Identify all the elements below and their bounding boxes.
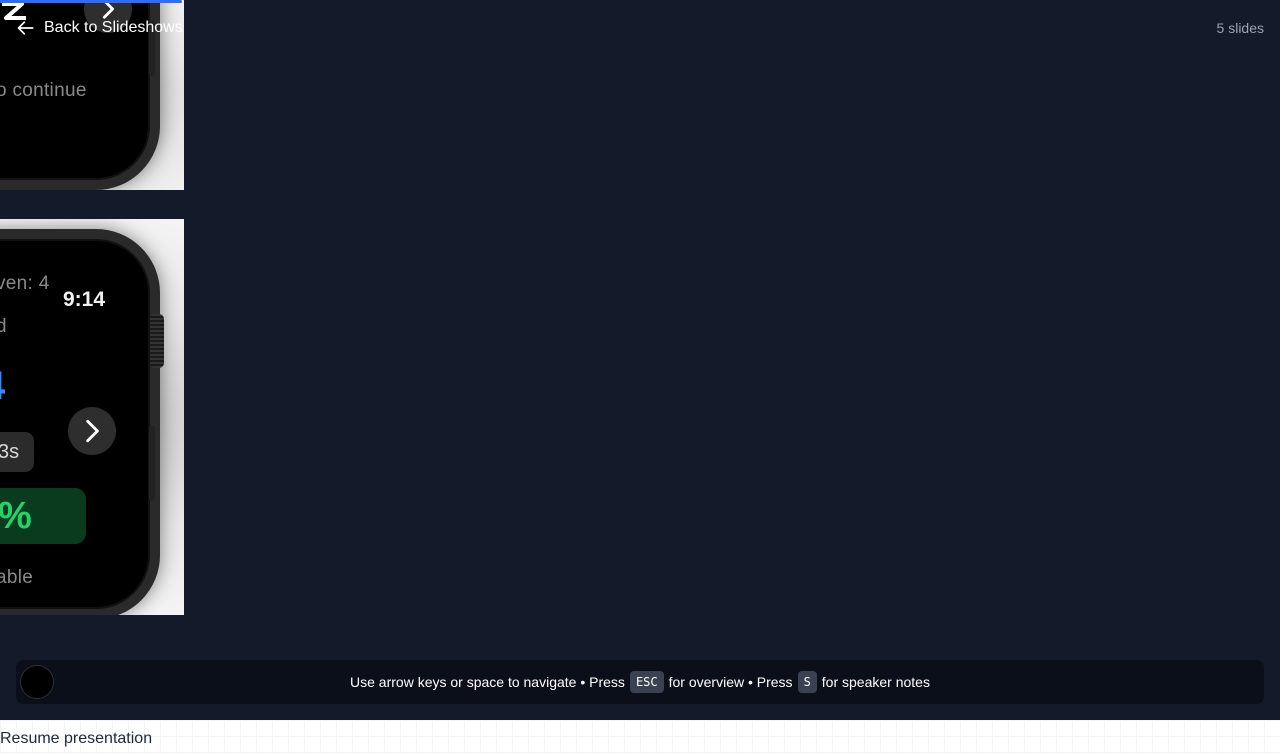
watch-crown <box>150 314 164 368</box>
help-text-2: for overview • Press <box>668 674 793 690</box>
watch-pill: 3s <box>0 432 34 472</box>
help-text-1: Use arrow keys or space to navigate • Pr… <box>350 674 625 690</box>
resume-presentation-button[interactable]: Resume presentation <box>0 730 152 748</box>
slide-progress-bar <box>0 0 182 3</box>
watch-status-text: o continue <box>0 80 87 101</box>
arrow-left-icon <box>17 21 34 35</box>
watch-pill-value: 3s <box>0 440 20 463</box>
watch-top-text: ven: 4 <box>0 273 50 294</box>
page-background-grid <box>0 720 1280 754</box>
presentation-stage: o continue ven: 4 9:14 d 4 3s % able <box>0 0 1280 720</box>
s-key-badge: S <box>797 671 817 693</box>
watch-bottom-text: able <box>0 567 34 588</box>
esc-key-badge: ESC <box>629 671 664 693</box>
keyboard-help-bar: Use arrow keys or space to navigate • Pr… <box>16 660 1264 704</box>
watch-big-value: % <box>0 494 32 537</box>
watch-mockup: ven: 4 9:14 d 4 3s % able <box>0 229 160 615</box>
next-icon <box>68 407 116 455</box>
watch-time: 9:14 <box>63 288 106 311</box>
watch-big-card: % <box>0 488 86 544</box>
back-to-slideshows-link[interactable]: Back to Slideshows <box>16 18 183 38</box>
help-text-3: for speaker notes <box>821 674 930 690</box>
back-link-label: Back to Slideshows <box>44 19 183 36</box>
watch-label: d <box>0 316 7 337</box>
record-button[interactable] <box>20 665 54 699</box>
watch-side-button <box>149 425 155 501</box>
watch-blue-value: 4 <box>0 364 5 409</box>
slide-count: 5 slides <box>1216 20 1264 36</box>
slide-thumbnail-2[interactable]: ven: 4 9:14 d 4 3s % able <box>0 219 184 615</box>
